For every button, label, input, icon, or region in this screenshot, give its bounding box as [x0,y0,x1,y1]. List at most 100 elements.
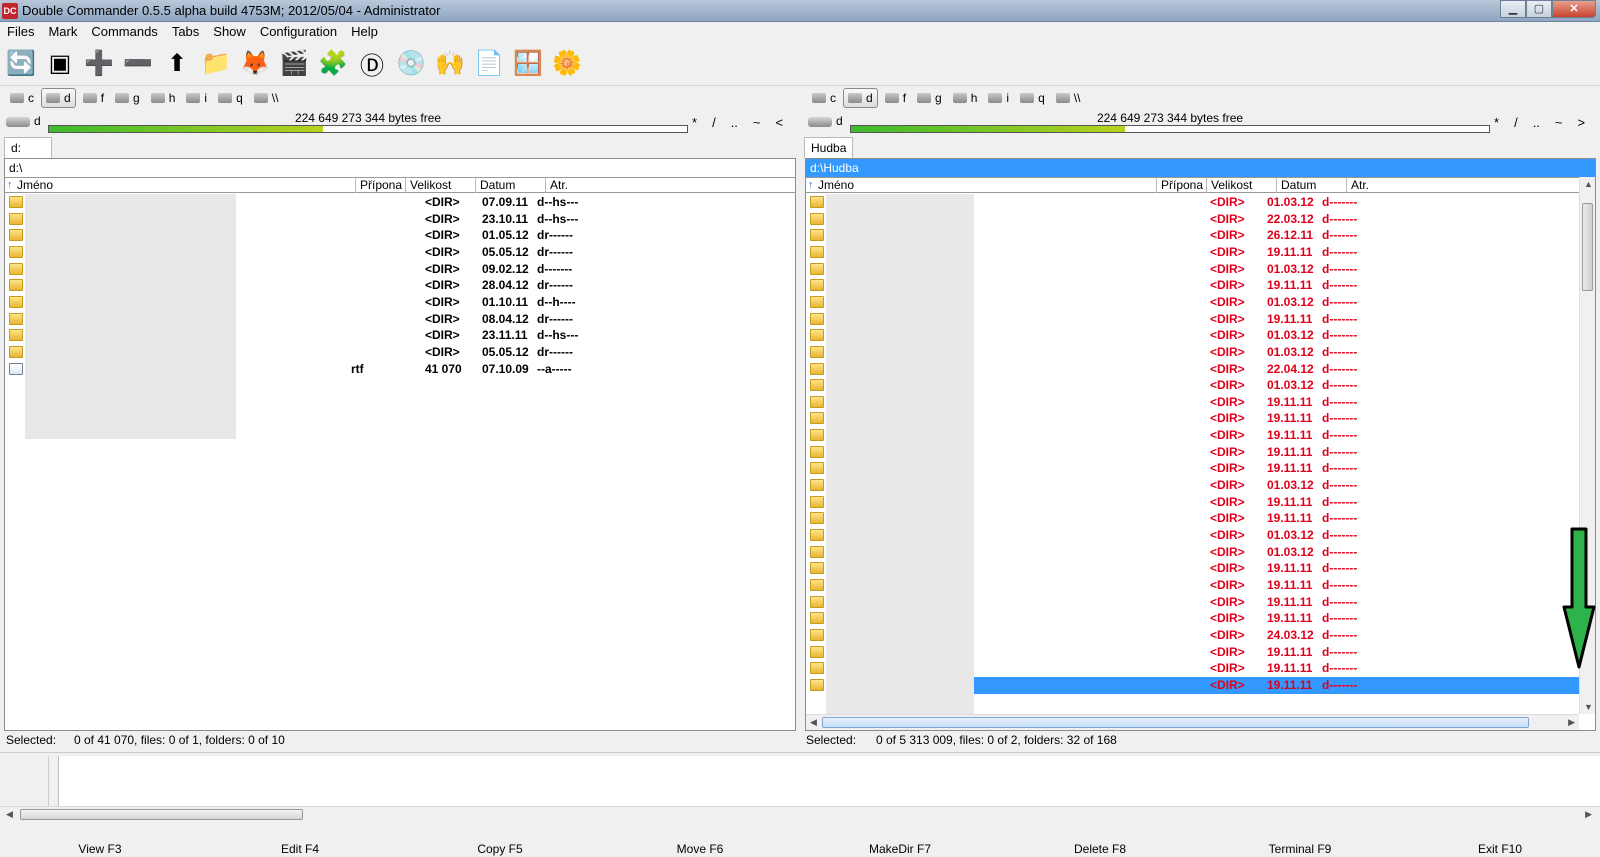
file-row[interactable]: <DIR> 05.05.12 dr------ [5,244,795,261]
clapper-icon[interactable]: 🎬 [277,46,311,80]
terminal-icon[interactable]: ▣ [43,46,77,80]
plus-icon[interactable]: ➕ [82,46,116,80]
file-row[interactable]: <DIR> 19.11.11 d------- [806,410,1579,427]
fkey-makedir[interactable]: MakeDir F7 [800,840,1000,857]
file-row[interactable]: <DIR> 01.03.12 d------- [806,261,1579,278]
drive-button-f[interactable]: f [79,88,108,108]
drive-button-g[interactable]: g [913,88,946,108]
fkey-delete[interactable]: Delete F8 [1000,840,1200,857]
menu-commands[interactable]: Commands [84,22,164,41]
gear-flower-icon[interactable]: 🌼 [550,46,584,80]
menu-show[interactable]: Show [206,22,253,41]
right-horizontal-scrollbar[interactable]: ◀ ▶ [806,714,1579,730]
menu-files[interactable]: Files [0,22,41,41]
nav-button[interactable]: ~ [1555,115,1563,130]
left-tab[interactable]: d: [4,137,52,158]
file-row[interactable]: <DIR> 19.11.11 d------- [806,644,1579,661]
file-row[interactable]: <DIR> 19.11.11 d------- [806,594,1579,611]
menu-configuration[interactable]: Configuration [253,22,344,41]
minus-icon[interactable]: ➖ [121,46,155,80]
file-row[interactable]: <DIR> 28.04.12 dr------ [5,277,795,294]
column-date[interactable]: Datum [1276,178,1346,193]
column-attributes[interactable]: Atr. [545,178,795,193]
nav-button[interactable]: * [1494,115,1499,130]
drive-button-d[interactable]: d [41,88,76,108]
column-extension[interactable]: Přípona [355,178,405,193]
left-path-bar[interactable]: d:\ [5,159,795,177]
column-name[interactable]: Jméno [806,178,1156,193]
puzzle-icon[interactable]: 🧩 [316,46,350,80]
drive-button-network[interactable]: \\ [1052,88,1085,108]
file-row[interactable]: <DIR> 19.11.11 d------- [806,277,1579,294]
scroll-right-icon[interactable]: ▶ [1585,809,1592,820]
drive-button-i[interactable]: i [984,88,1013,108]
fkey-move[interactable]: Move F6 [600,840,800,857]
folder-icon[interactable]: 📁 [199,46,233,80]
column-size[interactable]: Velikost [1206,178,1276,193]
file-row[interactable]: <DIR> 19.11.11 d------- [806,494,1579,511]
nav-button[interactable]: / [712,115,716,130]
scroll-left-icon[interactable]: ◀ [810,717,817,728]
go-up-icon[interactable]: ⬆ [160,46,194,80]
fkey-copy[interactable]: Copy F5 [400,840,600,857]
file-row[interactable]: <DIR> 19.11.11 d------- [806,676,1579,694]
drive-button-g[interactable]: g [111,88,144,108]
file-row[interactable]: <DIR> 22.04.12 d------- [806,361,1579,378]
nav-button[interactable]: .. [731,115,738,130]
file-row[interactable]: <DIR> 08.04.12 dr------ [5,311,795,328]
pdf-icon[interactable]: 📄 [472,46,506,80]
file-row[interactable]: <DIR> 19.11.11 d------- [806,311,1579,328]
fkey-edit[interactable]: Edit F4 [200,840,400,857]
file-row[interactable]: <DIR> 19.11.11 d------- [806,610,1579,627]
file-row[interactable]: <DIR> 19.11.11 d------- [806,460,1579,477]
file-row[interactable]: <DIR> 05.05.12 dr------ [5,344,795,361]
file-row[interactable]: <DIR> 19.11.11 d------- [806,660,1579,677]
scrollbar-thumb[interactable] [20,809,303,820]
file-row[interactable]: <DIR> 24.03.12 d------- [806,627,1579,644]
column-size[interactable]: Velikost [405,178,475,193]
file-row[interactable]: <DIR> 23.11.11 d--hs--- [5,327,795,344]
fkey-exit[interactable]: Exit F10 [1400,840,1600,857]
scroll-up-icon[interactable]: ▲ [1584,179,1593,189]
scrollbar-thumb[interactable] [1582,203,1593,291]
file-row[interactable]: <DIR> 23.10.11 d--hs--- [5,211,795,228]
file-row[interactable]: <DIR> 26.12.11 d------- [806,227,1579,244]
file-row[interactable]: <DIR> 19.11.11 d------- [806,427,1579,444]
file-row[interactable]: <DIR> 01.03.12 d------- [806,544,1579,561]
file-row[interactable]: <DIR> 01.10.11 d--h---- [5,294,795,311]
file-row[interactable]: <DIR> 01.05.12 dr------ [5,227,795,244]
scroll-left-icon[interactable]: ◀ [6,809,13,820]
file-row[interactable]: <DIR> 19.11.11 d------- [806,577,1579,594]
drive-button-c[interactable]: c [6,88,38,108]
scrollbar-thumb[interactable] [822,717,1529,728]
refresh-icon[interactable]: 🔄 [4,46,38,80]
infra-recorder-icon[interactable]: 💿 [394,46,428,80]
nav-button[interactable]: ~ [753,115,761,130]
drive-button-f[interactable]: f [881,88,910,108]
nav-button[interactable]: > [1578,115,1586,130]
nav-button[interactable]: .. [1533,115,1540,130]
file-row[interactable]: <DIR> 19.11.11 d------- [806,394,1579,411]
nav-button[interactable]: < [776,115,784,130]
gimp-icon[interactable]: 🦊 [238,46,272,80]
column-extension[interactable]: Přípona [1156,178,1206,193]
file-row[interactable]: <DIR> 01.03.12 d------- [806,527,1579,544]
file-row[interactable]: <DIR> 01.03.12 d------- [806,294,1579,311]
file-row[interactable]: <DIR> 01.03.12 d------- [806,477,1579,494]
scroll-down-icon[interactable]: ▼ [1584,702,1593,712]
file-row[interactable]: <DIR> 01.03.12 d------- [806,194,1579,211]
drive-button-network[interactable]: \\ [250,88,283,108]
windows-icon[interactable]: 🪟 [511,46,545,80]
file-row[interactable]: <DIR> 19.11.11 d------- [806,244,1579,261]
minimize-icon[interactable]: ▁ [1500,0,1526,18]
drive-button-h[interactable]: h [147,88,180,108]
file-row[interactable]: <DIR> 09.02.12 d------- [5,261,795,278]
fkey-view[interactable]: View F3 [0,840,200,857]
file-row[interactable]: rtf 41 070 07.10.09 --a----- [5,361,795,378]
file-row[interactable]: <DIR> 19.11.11 d------- [806,560,1579,577]
drive-button-d[interactable]: d [843,88,878,108]
scroll-right-icon[interactable]: ▶ [1568,717,1575,728]
file-row[interactable]: <DIR> 19.11.11 d------- [806,444,1579,461]
file-row[interactable]: <DIR> 19.11.11 d------- [806,510,1579,527]
column-name[interactable]: Jméno [5,178,355,193]
